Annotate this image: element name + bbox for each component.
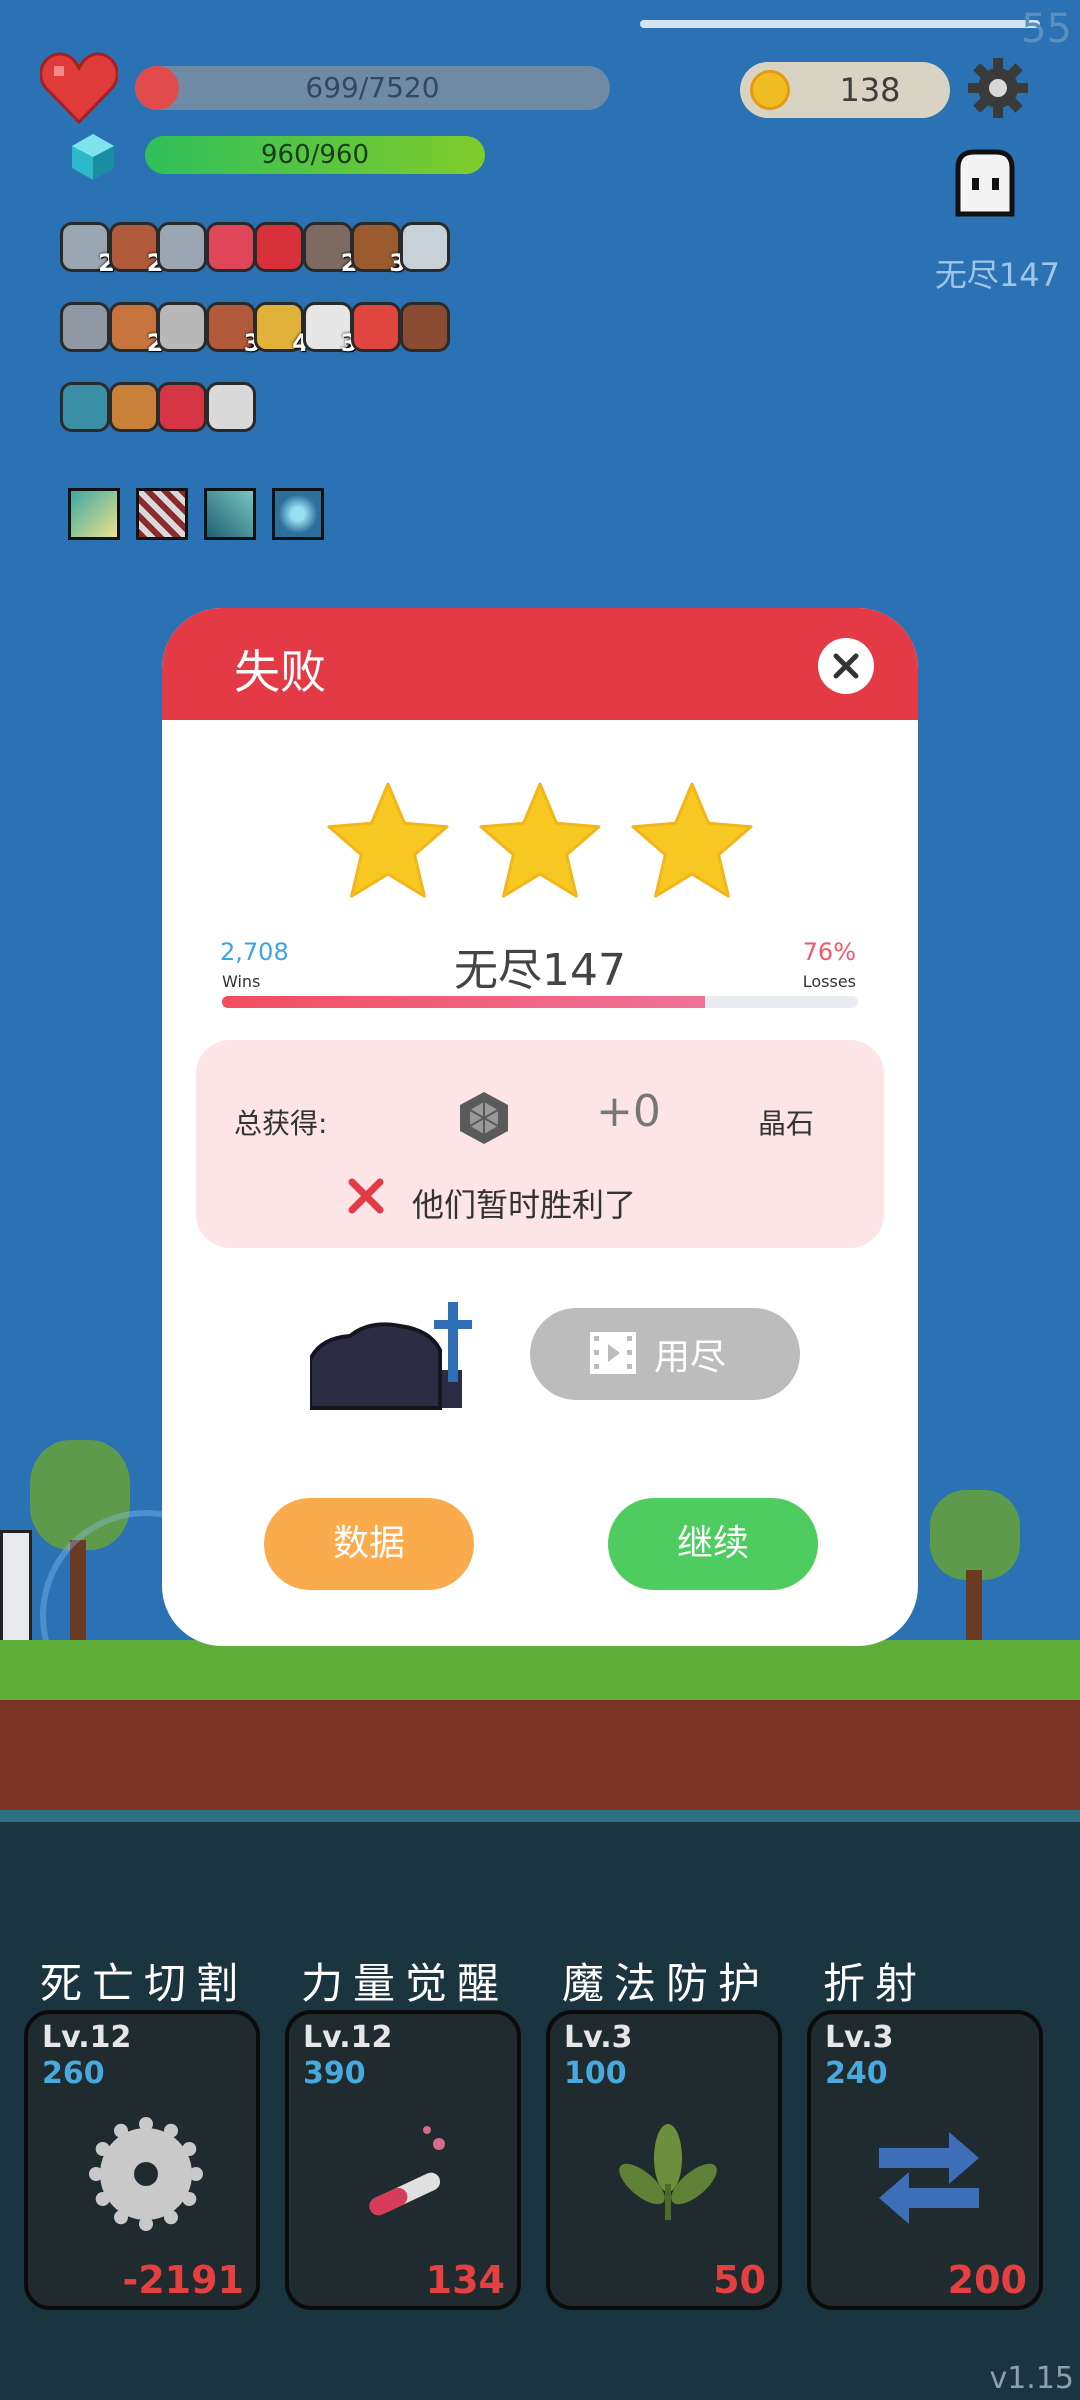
skill-slot-icon[interactable] — [68, 488, 120, 540]
arrow-icon[interactable] — [399, 222, 450, 272]
gear-icon[interactable] — [966, 56, 1030, 120]
stage-progress-fill — [222, 996, 706, 1008]
star-rating — [327, 782, 753, 898]
meteor-icon[interactable] — [108, 382, 159, 432]
skill-card[interactable]: Lv.12 390 134 — [285, 2010, 521, 2310]
bread-icon[interactable]: 2 — [108, 302, 164, 357]
stage-progress-bar — [222, 996, 858, 1008]
watermelon-icon[interactable] — [205, 222, 256, 272]
tree-trunk — [966, 1570, 982, 1640]
video-icon — [590, 1332, 636, 1374]
skill-level: Lv.12 — [303, 2020, 393, 2055]
skill-slot-icon[interactable] — [272, 488, 324, 540]
bow-icon[interactable]: 3 — [351, 222, 406, 277]
defeat-dialog: 失败 2,708 Wins 无尽147 76% Losses 总获得: +0 晶… — [162, 608, 918, 1646]
skill-cost: 390 — [303, 2056, 366, 2091]
star-icon — [631, 782, 753, 898]
top-progress-line — [640, 20, 1040, 28]
skill-value: -2191 — [122, 2258, 244, 2302]
star-icon — [327, 782, 449, 898]
skill-card[interactable]: Lv.3 240 200 — [807, 2010, 1043, 2310]
skill-level: Lv.3 — [825, 2020, 894, 2055]
version-label: v1.15 — [989, 2361, 1074, 2396]
skill-title: 魔法防护 — [562, 1959, 771, 2008]
ring-icon[interactable]: 4 — [254, 302, 309, 357]
sword-icon[interactable]: 2 — [60, 222, 115, 277]
skill-title: 折射 — [823, 1959, 928, 2008]
data-button[interactable]: 数据 — [264, 1498, 474, 1590]
skill-level: Lv.3 — [564, 2020, 633, 2055]
tree — [930, 1490, 1020, 1580]
skill-title: 死亡切割 — [40, 1959, 249, 2008]
axe-icon[interactable] — [60, 302, 110, 352]
dialog-title: 失败 — [234, 645, 326, 699]
grave-sword-icon — [310, 1302, 472, 1410]
door-icon[interactable] — [399, 302, 450, 352]
reward-amount: +0 — [596, 1086, 661, 1137]
skill-cost: 260 — [42, 2056, 105, 2091]
close-icon — [833, 653, 859, 679]
ground-grass — [0, 1640, 1080, 1700]
watch-ad-label: 用尽 — [654, 1337, 727, 1378]
skill-slot-icon[interactable] — [136, 488, 188, 540]
potion-icon[interactable] — [60, 382, 110, 432]
saw-blade-icon — [89, 2117, 203, 2231]
skill-title: 力量觉醒 — [301, 1959, 510, 2008]
bulb-icon[interactable] — [205, 382, 256, 432]
stage-name: 无尽147 — [934, 256, 1060, 294]
result-message: 他们暂时胜利了 — [412, 1186, 637, 1224]
skill-value: 134 — [425, 2258, 505, 2302]
dice-icon[interactable]: 3 — [302, 302, 358, 357]
ground-dirt — [0, 1700, 1080, 1810]
strawberry-icon[interactable] — [157, 382, 207, 432]
skill-cost: 100 — [564, 2056, 627, 2091]
crystal-icon — [460, 1092, 508, 1144]
apple-icon[interactable] — [254, 222, 304, 272]
leaf-icon — [619, 2124, 717, 2220]
losses-label: Losses — [802, 972, 856, 991]
sword-icon[interactable] — [157, 222, 207, 272]
skill-value: 200 — [947, 2258, 1027, 2302]
hp-bar: 699/7520 — [135, 66, 610, 110]
cross-icon — [348, 1178, 384, 1214]
skill-level: Lv.12 — [42, 2020, 132, 2055]
shield-icon[interactable]: 3 — [205, 302, 261, 357]
skill-card[interactable]: Lv.3 100 50 — [546, 2010, 782, 2310]
continue-button[interactable]: 继续 — [608, 1498, 818, 1590]
coin-value: 138 — [839, 71, 901, 109]
hp-text: 699/7520 — [305, 71, 440, 104]
watch-ad-button[interactable]: 用尽 — [530, 1308, 800, 1400]
heart-icon — [40, 52, 118, 124]
shield-icon[interactable]: 2 — [108, 222, 164, 277]
skill-value: 50 — [713, 2258, 766, 2302]
water-band — [0, 1810, 1080, 1822]
player-character — [0, 1530, 32, 1646]
ghost-icon[interactable] — [950, 148, 1020, 220]
mp-bar: 960/960 — [145, 136, 485, 174]
skill-card[interactable]: Lv.12 260 -2191 — [24, 2010, 260, 2310]
skill-cost: 240 — [825, 2056, 888, 2091]
mace-icon[interactable]: 2 — [302, 222, 358, 277]
skill-slot-icon[interactable] — [204, 488, 256, 540]
reward-panel: 总获得: +0 晶石 他们暂时胜利了 — [196, 1040, 884, 1248]
coin-counter: 138 — [740, 62, 950, 118]
reward-label: 总获得: — [234, 1107, 328, 1140]
helmet-icon[interactable] — [157, 302, 207, 352]
mp-text: 960/960 — [260, 140, 369, 170]
losses-value: 76% — [802, 938, 856, 966]
coin-icon — [750, 70, 790, 110]
hearts-icon[interactable] — [351, 302, 401, 352]
reward-name: 晶石 — [758, 1107, 815, 1140]
close-button[interactable] — [818, 638, 874, 694]
star-icon — [479, 782, 601, 898]
fps-counter: 55 — [1021, 6, 1072, 52]
refract-arrows-icon — [879, 2132, 979, 2224]
test-tube-icon — [369, 2126, 445, 2216]
crystal-icon — [72, 134, 114, 180]
